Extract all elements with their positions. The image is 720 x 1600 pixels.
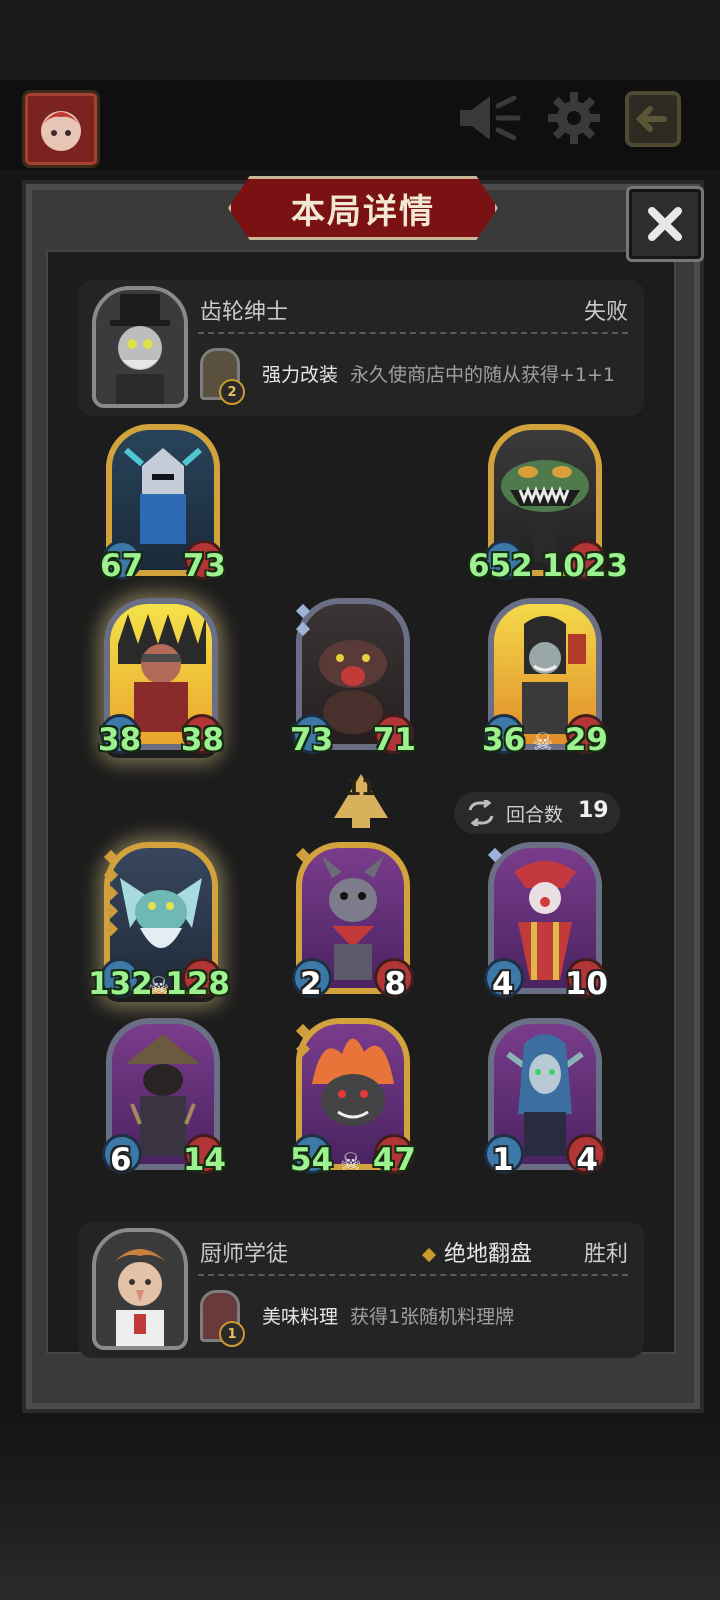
minion-health: 8 bbox=[384, 966, 406, 1002]
round-value: 19 bbox=[578, 798, 609, 823]
self-portrait bbox=[92, 1228, 188, 1350]
self-summary: 厨师学徒 绝地翻盘 胜利 1 美味料理 获得1张随机料理牌 bbox=[78, 1222, 644, 1358]
minion-card[interactable]: ☠ 132 128 bbox=[88, 842, 230, 1002]
minion-attack: 54 bbox=[290, 1142, 334, 1178]
opponent-portrait bbox=[92, 286, 188, 408]
self-skill-icon[interactable]: 1 bbox=[200, 1290, 245, 1347]
minion-attack: 73 bbox=[290, 722, 334, 758]
self-skill-name: 美味料理 bbox=[262, 1306, 339, 1328]
minion-health: 14 bbox=[182, 1142, 226, 1178]
opponent-skill-desc: 永久使商店中的随从获得+1+1 bbox=[350, 364, 616, 386]
round-counter: 回合数 19 bbox=[454, 792, 620, 834]
speaker-muted-icon[interactable] bbox=[456, 90, 521, 150]
page-title: 本局详情 bbox=[291, 191, 435, 232]
minion-health: 73 bbox=[182, 548, 226, 584]
skill-level-badge: 2 bbox=[219, 379, 245, 405]
turn-badge-value: 11 bbox=[345, 776, 377, 801]
top-bar bbox=[0, 80, 720, 170]
minion-health: 1023 bbox=[541, 548, 628, 584]
skill-level-badge: 1 bbox=[219, 1321, 245, 1347]
round-label: 回合数 bbox=[506, 804, 564, 826]
minion-attack: 132 bbox=[88, 966, 153, 1002]
refresh-icon bbox=[468, 800, 494, 826]
gear-icon[interactable] bbox=[546, 90, 606, 150]
skull-icon: ☠ bbox=[340, 1148, 362, 1176]
minion-attack: 67 bbox=[100, 548, 144, 584]
minion-health: 128 bbox=[165, 966, 230, 1002]
minion-card[interactable]: 2 8 bbox=[292, 842, 414, 1002]
minion-attack: 4 bbox=[492, 966, 514, 1002]
minion-card[interactable]: 38 38 bbox=[98, 598, 224, 758]
minion-card[interactable]: 67 73 bbox=[100, 424, 226, 584]
close-button[interactable] bbox=[626, 186, 704, 262]
special-tag-text: 绝地翻盘 bbox=[444, 1242, 533, 1267]
self-result: 胜利 bbox=[583, 1242, 628, 1267]
title-plate: 本局详情 bbox=[228, 176, 498, 240]
minion-attack: 2 bbox=[300, 966, 322, 1002]
exit-icon[interactable] bbox=[624, 90, 682, 150]
opponent-summary: 齿轮绅士 失败 2 强力改装 永久使商店中的随从获得+1+1 bbox=[78, 280, 644, 416]
minion-card[interactable]: ☠ 36 29 bbox=[482, 598, 608, 758]
minion-attack: 38 bbox=[98, 722, 142, 758]
minion-card[interactable]: 73 71 bbox=[290, 598, 416, 758]
minion-health: 29 bbox=[564, 722, 608, 758]
opponent-skill-name: 强力改装 bbox=[262, 364, 339, 386]
minion-health: 4 bbox=[576, 1142, 598, 1178]
minion-card[interactable]: 4 10 bbox=[484, 842, 608, 1002]
divider bbox=[198, 1274, 628, 1276]
minion-health: 38 bbox=[180, 722, 224, 758]
skull-icon: ☠ bbox=[532, 728, 554, 756]
minion-health: 47 bbox=[372, 1142, 416, 1178]
player-avatar-icon[interactable] bbox=[22, 90, 100, 168]
divider bbox=[198, 332, 628, 334]
minion-health: 10 bbox=[564, 966, 608, 1002]
minion-attack: 36 bbox=[482, 722, 526, 758]
self-name: 厨师学徒 bbox=[200, 1242, 289, 1267]
minion-health: 71 bbox=[372, 722, 416, 758]
minion-attack: 6 bbox=[110, 1142, 132, 1178]
minion-attack: 652 bbox=[468, 548, 533, 584]
opponent-name: 齿轮绅士 bbox=[200, 300, 289, 325]
minion-card[interactable]: 6 14 bbox=[102, 1018, 226, 1178]
background-top bbox=[0, 0, 720, 80]
minion-card[interactable]: 1 4 bbox=[484, 1018, 606, 1178]
turn-badge: 11 bbox=[332, 772, 390, 830]
diamond-icon bbox=[421, 1247, 437, 1263]
minion-card[interactable]: ☠ 54 47 bbox=[290, 1018, 416, 1178]
minion-card[interactable]: 652 1023 bbox=[468, 424, 628, 584]
close-icon bbox=[648, 207, 682, 241]
opponent-skill-icon[interactable]: 2 bbox=[200, 348, 245, 405]
minion-attack: 1 bbox=[492, 1142, 514, 1178]
special-tag: 绝地翻盘 bbox=[421, 1236, 533, 1268]
self-skill-desc: 获得1张随机料理牌 bbox=[350, 1306, 515, 1328]
opponent-result: 失败 bbox=[583, 300, 628, 325]
background-bottom bbox=[0, 1420, 720, 1600]
